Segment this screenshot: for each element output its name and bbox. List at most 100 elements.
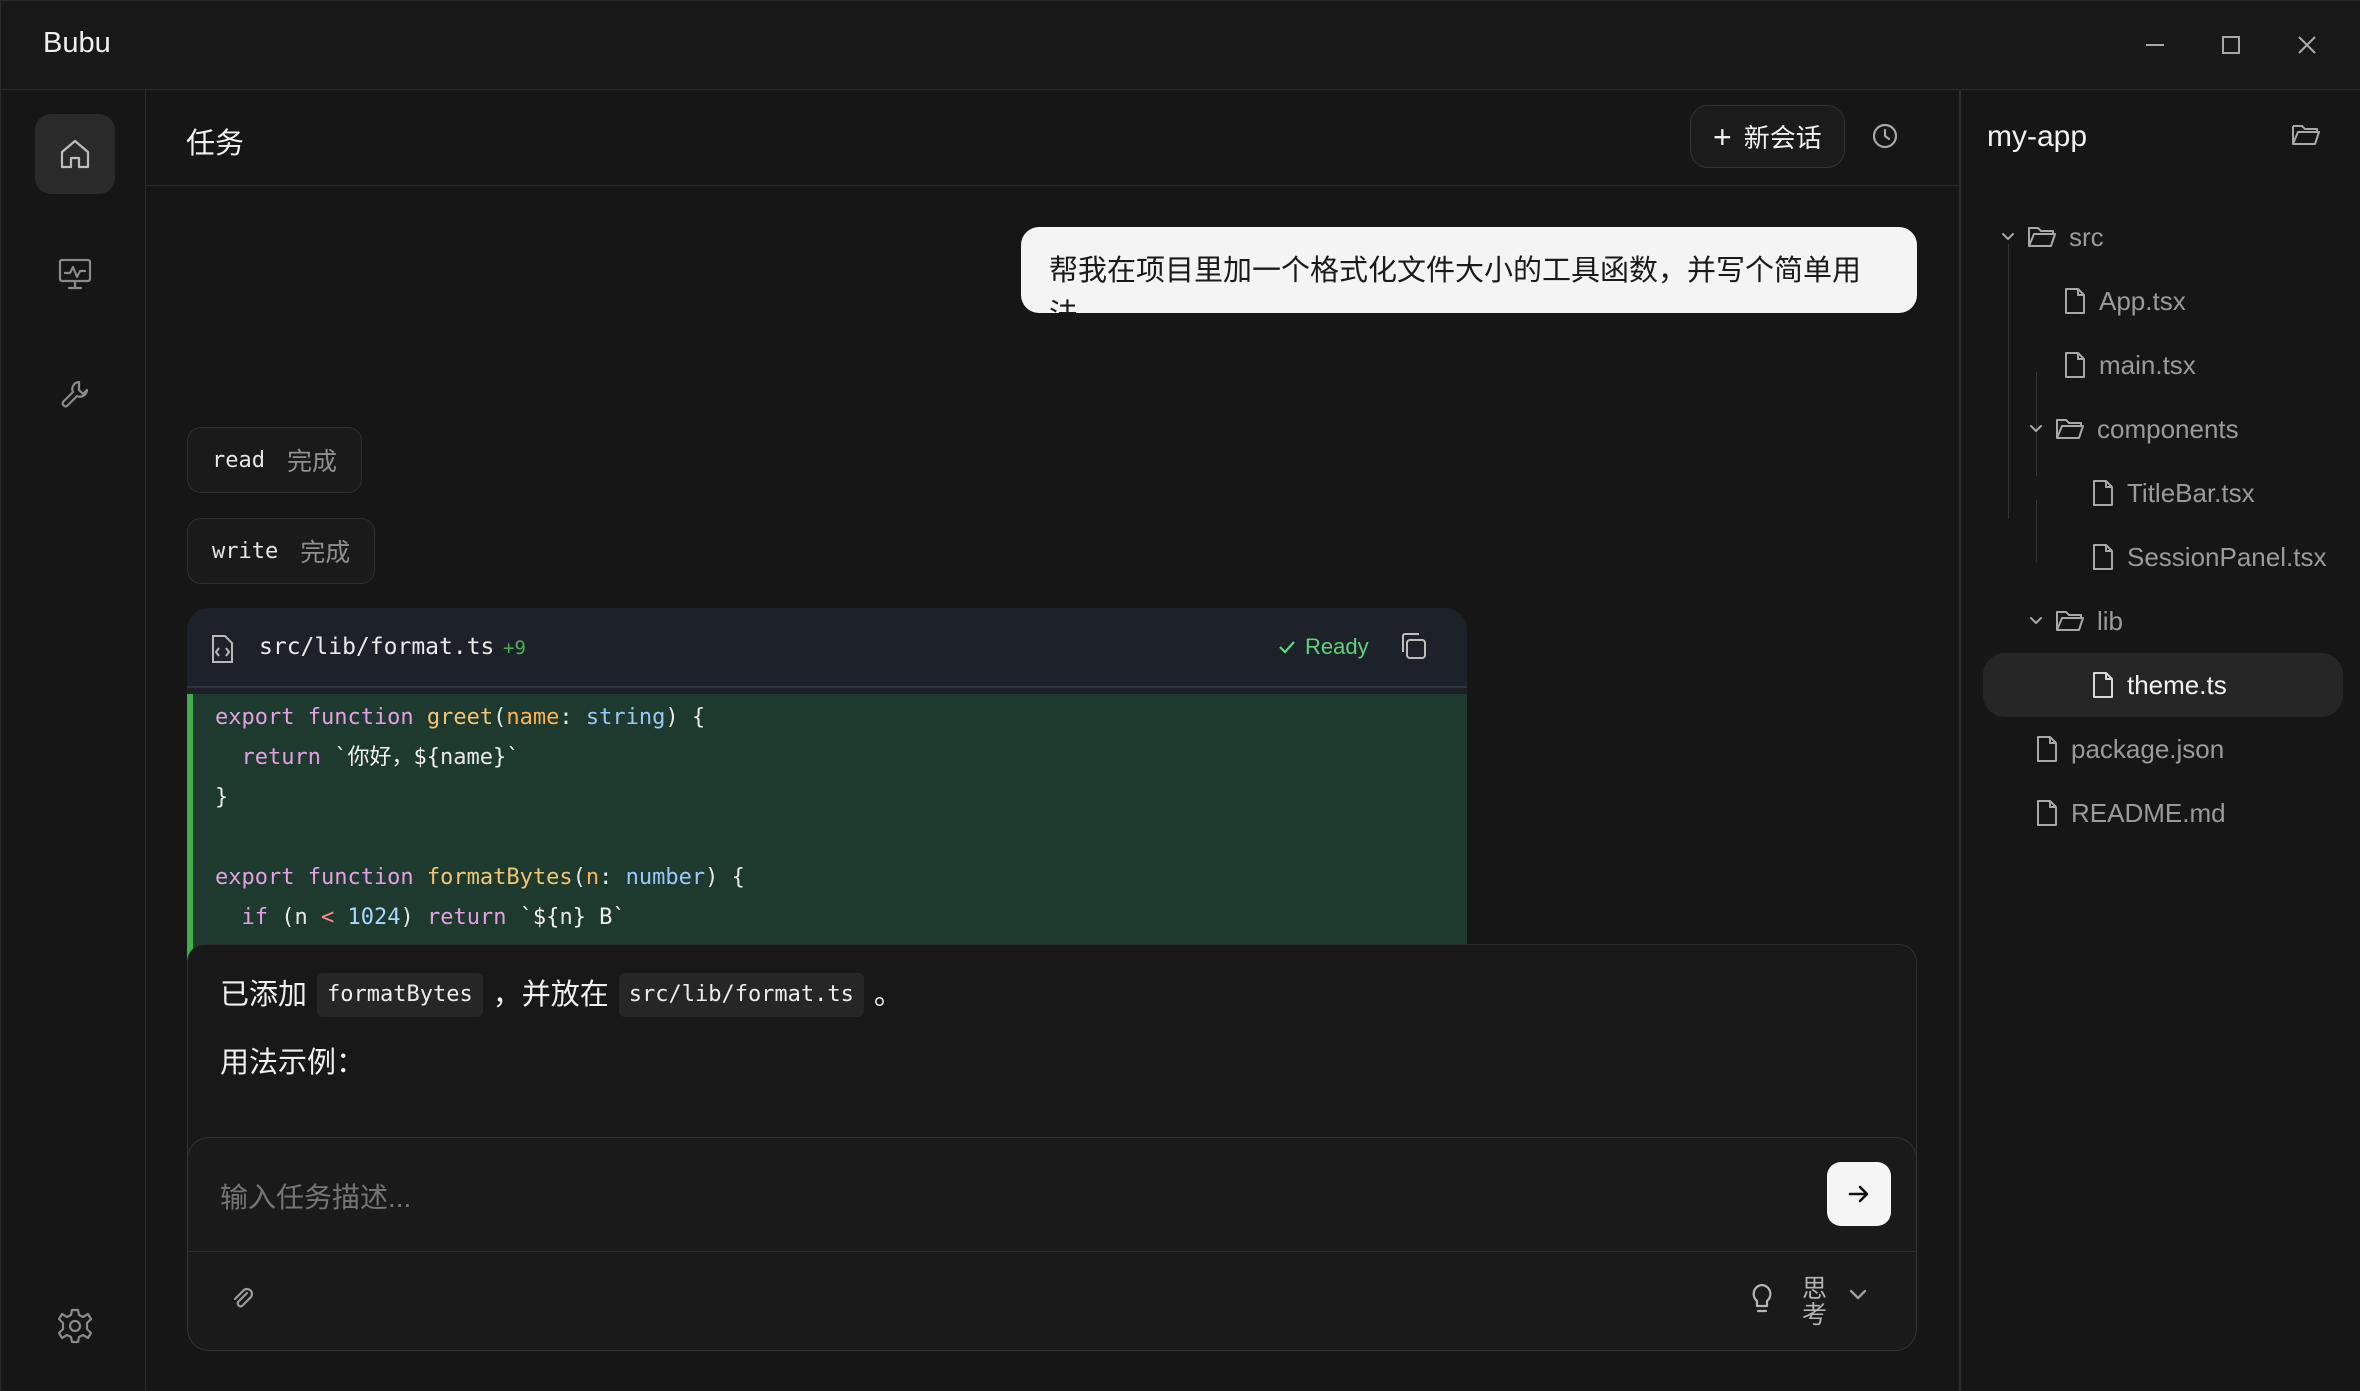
user-message: 帮我在项目里加一个格式化文件大小的工具函数，并写个简单用法 — [1021, 227, 1917, 313]
tree-label: App.tsx — [2099, 285, 2186, 316]
think-button[interactable] — [1748, 1282, 1776, 1321]
inline-code: formatBytes — [317, 973, 483, 1017]
tree-label: main.tsx — [2099, 349, 2196, 380]
added-lines-count: +9 — [503, 637, 526, 659]
folder-open-icon — [2056, 611, 2084, 631]
assistant-text: ，并放在 — [492, 979, 609, 1011]
home-icon — [60, 139, 90, 169]
copy-button[interactable] — [1397, 630, 1433, 666]
file-icon — [2065, 288, 2085, 314]
code-card-header: src/lib/format.ts +9 Ready — [187, 608, 1467, 688]
tree-file-package[interactable]: package.json — [1961, 717, 2360, 781]
lightbulb-icon — [1752, 1283, 1772, 1313]
assistant-text: 已添加 — [220, 979, 308, 1011]
tool-name: read — [212, 447, 265, 473]
folder-open-icon — [2028, 227, 2056, 247]
folder-open-icon — [2056, 419, 2084, 439]
plus-icon: + — [1713, 118, 1732, 155]
tree-folder-src[interactable]: src — [1961, 205, 2360, 269]
tree-file-main[interactable]: main.tsx — [1961, 333, 2360, 397]
file-explorer: my-app src App.tsx main.tsx components T… — [1959, 90, 2360, 1391]
code-line: export function greet(name: string) { — [215, 705, 706, 730]
file-icon — [2065, 352, 2085, 378]
tree-file-readme[interactable]: README.md — [1961, 781, 2360, 845]
open-folder-button[interactable] — [2291, 122, 2321, 153]
rail-monitor-button[interactable] — [35, 234, 115, 314]
check-icon — [1279, 641, 1295, 654]
tree-label: TitleBar.tsx — [2127, 477, 2255, 508]
minimize-button[interactable] — [2133, 23, 2177, 67]
tool-call-write[interactable]: write 完成 — [187, 518, 376, 584]
tree-folder-components[interactable]: components — [1961, 397, 2360, 461]
tool-status: 完成 — [300, 539, 351, 567]
rail-home-button[interactable] — [35, 114, 115, 194]
maximize-icon — [2222, 36, 2240, 54]
page-title: 任务 — [186, 128, 245, 160]
tree-folder-lib[interactable]: lib — [1961, 589, 2360, 653]
maximize-button[interactable] — [2209, 23, 2253, 67]
clock-icon — [1872, 123, 1898, 149]
tree-file-titlebar[interactable]: TitleBar.tsx — [1961, 461, 2360, 525]
history-button[interactable] — [1863, 114, 1907, 158]
inline-code: src/lib/format.ts — [618, 973, 864, 1017]
code-file-path[interactable]: src/lib/format.ts — [259, 634, 494, 660]
file-icon — [2037, 736, 2057, 762]
tree-label: lib — [2097, 605, 2124, 636]
code-line: if (n < 1024) return `${n} B` — [241, 905, 626, 930]
tree-file-app[interactable]: App.tsx — [1961, 269, 2360, 333]
code-line: return `你好，${name}` — [241, 745, 520, 770]
tree-file-sessionpanel[interactable]: SessionPanel.tsx — [1961, 525, 2360, 589]
app-title: Bubu — [43, 27, 111, 59]
main-panel: 任务 + 新会话 帮我在项目里加一个格式化文件大小的工具函数，并写个简单用法 r… — [146, 90, 1959, 1391]
tool-name: write — [212, 538, 279, 564]
tree-label: components — [2097, 413, 2239, 444]
close-button[interactable] — [2285, 23, 2329, 67]
file-icon — [2093, 480, 2113, 506]
attach-button[interactable] — [228, 1284, 258, 1319]
minimize-icon — [2146, 44, 2164, 46]
new-chat-button[interactable]: + 新会话 — [1690, 105, 1845, 168]
code-file-icon — [209, 634, 235, 669]
rail-tools-button[interactable] — [35, 354, 115, 434]
think-label[interactable]: 思考 — [1802, 1276, 1828, 1328]
chevron-down-icon — [2030, 617, 2042, 624]
chevron-down-icon — [1849, 1289, 1867, 1300]
code-status: Ready — [1277, 634, 1369, 660]
rail-settings-button[interactable] — [35, 1286, 115, 1366]
file-icon — [2093, 672, 2113, 698]
tree-label: theme.ts — [2127, 669, 2227, 700]
tool-status: 完成 — [286, 448, 337, 476]
chevron-down-icon — [2002, 233, 2014, 240]
paperclip-icon — [233, 1287, 254, 1308]
tree-label: src — [2069, 221, 2104, 252]
assistant-line: 用法示例： — [220, 1047, 366, 1079]
tree-label: package.json — [2071, 733, 2225, 764]
composer-divider — [188, 1251, 1916, 1252]
assistant-text: 。 — [873, 979, 903, 1011]
think-dropdown[interactable] — [1848, 1288, 1868, 1307]
app-window: Bubu 任务 + 新会话 帮我在项目里加一个格式化文件大小的工具函数，并写个简… — [0, 0, 2360, 1391]
monitor-icon — [58, 258, 92, 290]
code-status-label: Ready — [1305, 634, 1369, 659]
assistant-line: 已添加 formatBytes ，并放在 src/lib/format.ts 。 — [220, 973, 1884, 1017]
chevron-down-icon — [2030, 425, 2042, 432]
main-header: 任务 + 新会话 — [146, 90, 1959, 186]
send-button[interactable] — [1827, 1162, 1891, 1226]
file-icon — [2093, 544, 2113, 570]
close-icon — [2298, 36, 2316, 54]
gear-icon — [57, 1308, 93, 1344]
composer: 思考 — [187, 1137, 1917, 1351]
file-icon — [2037, 800, 2057, 826]
project-name: my-app — [1987, 120, 2088, 153]
code-line: } — [215, 785, 229, 810]
new-chat-label: 新会话 — [1743, 123, 1822, 153]
chat-area[interactable]: 帮我在项目里加一个格式化文件大小的工具函数，并写个简单用法 read 完成 wr… — [146, 187, 1959, 1197]
nav-rail — [1, 90, 146, 1391]
arrow-right-icon — [1848, 1185, 1869, 1203]
code-line: export function formatBytes(n: number) { — [215, 865, 745, 890]
task-input[interactable] — [220, 1182, 1780, 1214]
tree-label: SessionPanel.tsx — [2127, 541, 2327, 572]
tool-call-read[interactable]: read 完成 — [187, 427, 362, 493]
tree-file-theme[interactable]: theme.ts — [1983, 653, 2343, 717]
